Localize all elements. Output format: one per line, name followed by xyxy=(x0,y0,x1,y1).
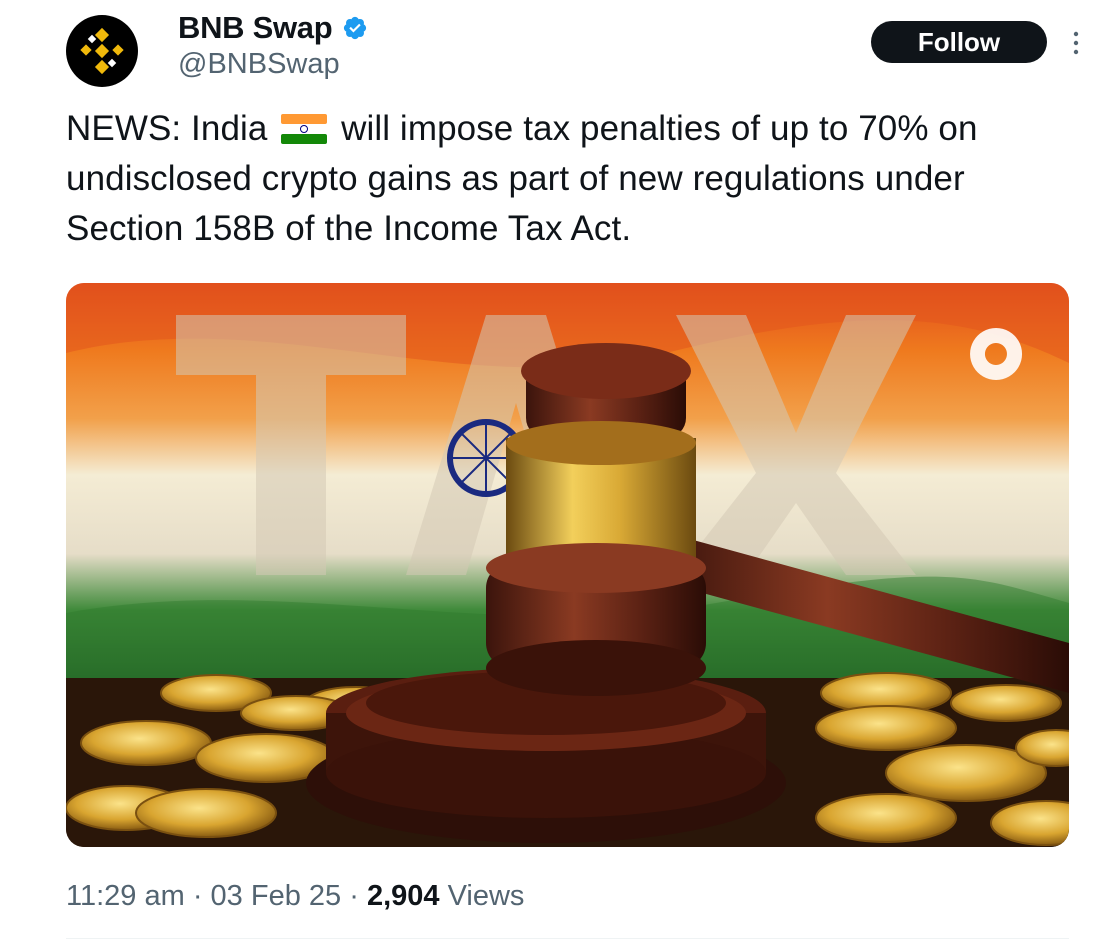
india-flag-icon xyxy=(281,114,328,144)
tweet-time[interactable]: 11:29 am xyxy=(66,880,185,912)
tweet-date[interactable]: 03 Feb 25 xyxy=(211,880,342,912)
tweet-media-image[interactable] xyxy=(66,283,1069,847)
bnb-logo-icon xyxy=(80,27,124,75)
divider xyxy=(66,938,1069,939)
avatar[interactable] xyxy=(66,15,138,87)
views-label: Views xyxy=(447,880,525,912)
tweet-text: NEWS: India will impose tax penalties of… xyxy=(66,104,1071,254)
author-name-row[interactable]: BNB Swap xyxy=(178,10,368,46)
verified-badge-icon xyxy=(344,16,367,40)
more-options-icon[interactable] xyxy=(1070,30,1082,56)
author-handle[interactable]: @BNBSwap xyxy=(178,48,340,81)
tweet-text-before-flag: NEWS: India xyxy=(66,109,268,148)
gavel-tax-image xyxy=(66,283,1069,847)
meta-separator: · xyxy=(341,880,367,912)
tweet-meta: 11:29 am · 03 Feb 25 · 2,904 Views xyxy=(66,880,524,913)
views-count[interactable]: 2,904 xyxy=(367,880,440,912)
author-display-name[interactable]: BNB Swap xyxy=(178,10,333,46)
meta-separator: · xyxy=(184,880,211,912)
follow-button[interactable]: Follow xyxy=(871,21,1047,63)
